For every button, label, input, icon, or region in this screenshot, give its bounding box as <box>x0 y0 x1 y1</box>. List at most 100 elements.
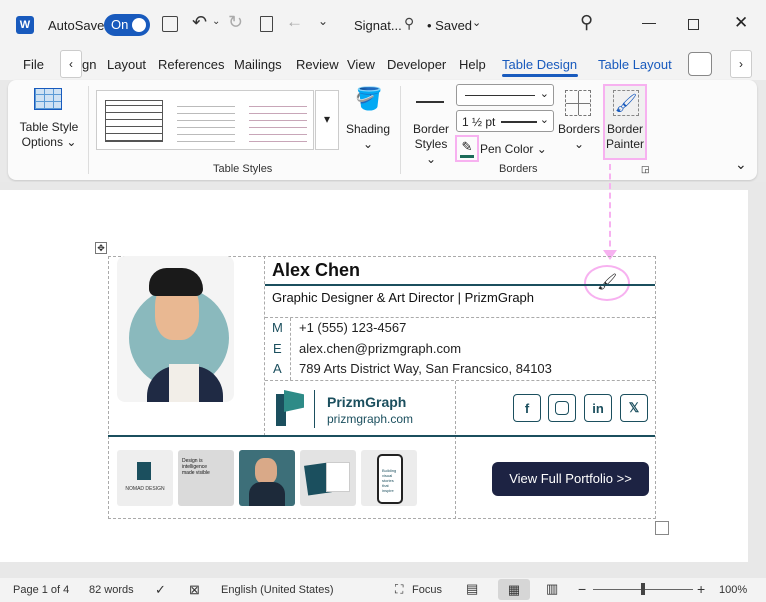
contact-value-mobile: +1 (555) 123-4567 <box>299 320 407 335</box>
read-mode-icon[interactable]: ▤ <box>466 581 478 597</box>
page-count[interactable]: Page 1 of 4 <box>13 584 69 596</box>
maximize-icon[interactable] <box>688 19 699 30</box>
undo-icon[interactable]: ↶ <box>192 12 207 33</box>
table-styles-group-label: Table Styles <box>213 163 273 175</box>
facebook-icon[interactable]: f <box>513 394 541 422</box>
line-weight-dropdown[interactable]: 1 ½ pt ⌄ <box>456 110 554 132</box>
contact-key-address: A <box>273 361 282 376</box>
close-icon[interactable]: ✕ <box>734 13 748 33</box>
table-move-handle[interactable]: ✥ <box>95 242 107 254</box>
instagram-icon[interactable] <box>548 394 576 422</box>
borders-button[interactable]: Borders ⌄ <box>556 122 602 152</box>
table-style-3[interactable] <box>249 100 307 142</box>
back-arrow-icon[interactable]: ← <box>286 12 303 32</box>
toggle-label: On <box>111 17 129 32</box>
redo-icon[interactable]: ↻ <box>228 12 243 33</box>
tab-help[interactable]: Help <box>459 57 486 72</box>
border-styles-button[interactable]: Border Styles ⌄ <box>408 122 454 167</box>
brand-divider <box>314 390 315 428</box>
table-style-options-button[interactable]: Table Style Options ⌄ <box>16 120 82 150</box>
table-style-1[interactable] <box>105 100 163 142</box>
tab-view[interactable]: View <box>347 57 375 72</box>
dialog-launcher-icon[interactable]: ◲ <box>641 164 650 175</box>
accessibility-icon[interactable]: ⊠ <box>189 582 200 598</box>
minimize-icon[interactable]: — <box>642 14 656 30</box>
shading-button[interactable]: Shading ⌄ <box>344 122 392 152</box>
gallery-more-button[interactable]: ▾ <box>315 90 339 150</box>
tab-table-layout[interactable]: Table Layout <box>598 57 672 72</box>
table-styles-gallery[interactable] <box>96 90 314 150</box>
thumb-2-text: Design is intelligence made visible <box>182 458 210 476</box>
tab-mailings[interactable]: Mailings <box>234 57 282 72</box>
tabs-scroll-left-button[interactable]: ‹ <box>60 50 82 78</box>
search-icon[interactable]: ⚲ <box>580 12 593 33</box>
doc-title[interactable]: Signat... <box>354 18 402 33</box>
zoom-slider-thumb[interactable] <box>641 583 645 595</box>
active-tab-underline <box>502 74 578 77</box>
x-icon[interactable]: 𝕏 <box>620 394 648 422</box>
chevron-down-icon: ⌄ <box>539 114 549 126</box>
sensitivity-icon[interactable]: ⚲ <box>404 15 414 32</box>
table-style-options-icon[interactable] <box>34 88 62 110</box>
saved-status[interactable]: • Saved <box>427 18 472 33</box>
signature-name: Alex Chen <box>272 260 361 280</box>
border-painter-label: Border Painter <box>605 122 645 151</box>
tabs-scroll-right-button[interactable]: › <box>730 50 752 78</box>
table-style-options-label: Table Style Options <box>19 120 79 149</box>
portfolio-thumb-1: NOMAD DESIGN <box>117 450 173 506</box>
tab-references[interactable]: References <box>158 57 224 72</box>
border-painter-button[interactable]: 🖌 Border Painter <box>603 84 647 160</box>
tab-developer[interactable]: Developer <box>387 57 446 72</box>
zoom-out-icon[interactable]: − <box>578 581 586 597</box>
ribbon: Table Style Options ⌄ ▾ 🪣 Shading ⌄ Table… <box>8 80 757 180</box>
signature-title: Graphic Designer & Art Director | PrizmG… <box>272 290 535 305</box>
table-resize-handle[interactable] <box>655 521 669 535</box>
view-portfolio-button[interactable]: View Full Portfolio >> <box>492 462 649 496</box>
pen-color-icon[interactable]: ✎ <box>455 135 479 162</box>
proofing-icon[interactable]: ✓ <box>155 582 166 598</box>
portfolio-thumb-2: Design is intelligence made visible <box>178 450 234 506</box>
tab-table-design[interactable]: Table Design <box>502 57 577 72</box>
save-icon[interactable] <box>162 16 178 32</box>
language[interactable]: English (United States) <box>221 584 334 596</box>
collapse-ribbon-icon[interactable]: ⌄ <box>735 156 747 173</box>
print-layout-icon[interactable]: ▦ <box>498 579 530 600</box>
new-doc-icon[interactable] <box>260 16 273 32</box>
zoom-level[interactable]: 100% <box>719 584 747 596</box>
view-portfolio-label: View Full Portfolio >> <box>509 471 632 486</box>
thumb-5-text: Building visual stories that inspire <box>382 468 397 493</box>
saved-chevron-icon[interactable]: ⌄ <box>472 16 481 29</box>
table-style-2[interactable] <box>177 100 235 142</box>
line-style-dropdown[interactable]: ⌄ <box>456 84 554 106</box>
portfolio-thumb-3 <box>239 450 295 506</box>
shading-icon[interactable]: 🪣 <box>354 86 384 116</box>
comments-icon[interactable] <box>688 52 712 76</box>
portfolio-thumb-5: Building visual stories that inspire <box>361 450 417 506</box>
web-layout-icon[interactable]: ▥ <box>546 581 558 597</box>
word-count[interactable]: 82 words <box>89 584 134 596</box>
name-rule <box>265 284 655 286</box>
customize-icon[interactable]: ⌄ <box>318 14 328 28</box>
line-weight-value: 1 ½ pt <box>462 115 496 129</box>
border-styles-icon[interactable] <box>416 101 444 103</box>
autosave-toggle[interactable]: On <box>104 14 150 36</box>
tab-design[interactable]: gn <box>82 57 96 72</box>
scrollbar[interactable] <box>749 182 766 578</box>
tab-layout[interactable]: Layout <box>107 57 146 72</box>
cell-border <box>264 256 265 436</box>
cell-border <box>290 318 291 380</box>
brand-name: PrizmGraph <box>327 394 407 410</box>
undo-dropdown-icon[interactable]: ⌄ <box>212 16 220 27</box>
focus-mode[interactable]: Focus <box>412 584 442 596</box>
zoom-in-icon[interactable]: + <box>697 581 705 597</box>
tab-review[interactable]: Review <box>296 57 339 72</box>
portfolio-thumb-4 <box>300 450 356 506</box>
pen-color-button[interactable]: Pen Color ⌄ <box>480 142 547 156</box>
linkedin-icon[interactable]: in <box>584 394 612 422</box>
focus-icon[interactable]: ⛶ <box>395 582 403 597</box>
pen-color-label: Pen Color <box>480 142 534 156</box>
borders-icon[interactable] <box>565 90 591 116</box>
toggle-knob <box>132 18 146 32</box>
thumb-1-text: NOMAD DESIGN <box>125 486 165 492</box>
tab-file[interactable]: File <box>23 57 44 72</box>
